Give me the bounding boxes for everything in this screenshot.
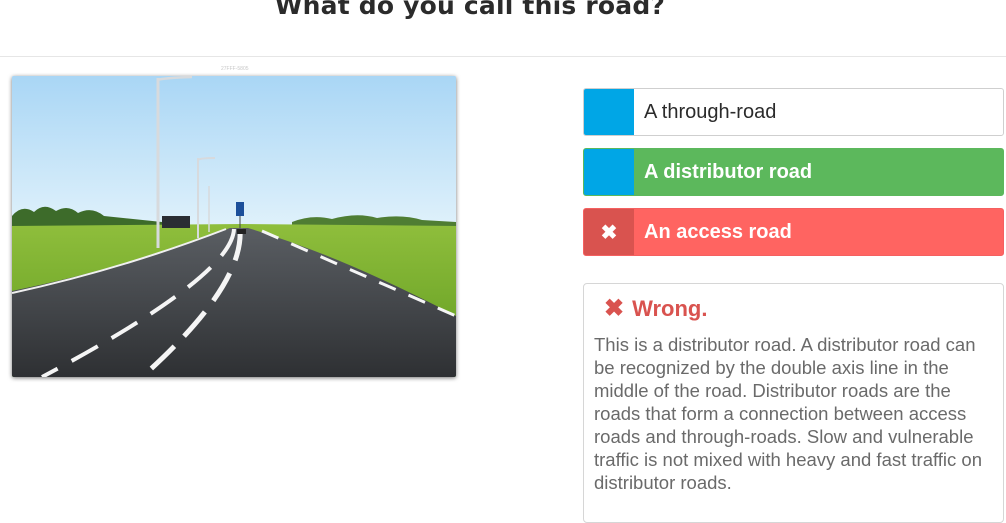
answer-label: A through-road (644, 100, 777, 123)
feedback-panel: ✖ Wrong. This is a distributor road. A d… (583, 283, 1004, 523)
answer-marker (584, 149, 634, 195)
answer-option-access-road[interactable]: ✖ An access road (583, 208, 1004, 256)
image-caption: 27FFF-5805 (221, 66, 249, 72)
answer-label: An access road (644, 220, 792, 243)
feedback-explanation: This is a distributor road. A distributo… (594, 334, 983, 493)
answer-option-through-road[interactable]: A through-road (583, 88, 1004, 136)
question-title: What do you call this road? (274, 0, 666, 20)
answer-option-distributor-road[interactable]: A distributor road (583, 148, 1004, 196)
wrong-x-icon: ✖ (584, 209, 634, 255)
feedback-heading: Wrong. (632, 296, 708, 321)
header-divider (0, 56, 1006, 57)
feedback-heading-row: ✖ Wrong. (604, 296, 993, 322)
road-photo (12, 76, 456, 377)
answer-marker (584, 89, 634, 135)
answer-label: A distributor road (644, 160, 813, 183)
wrong-x-icon: ✖ (604, 295, 625, 322)
